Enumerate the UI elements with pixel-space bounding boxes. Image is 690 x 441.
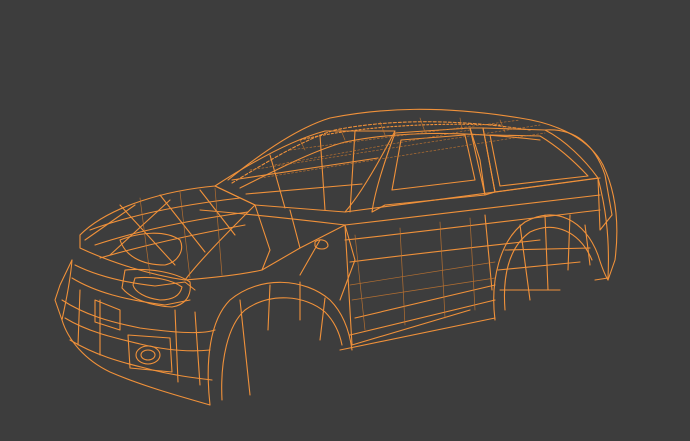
front-side-window	[371, 127, 486, 213]
headlight-inner	[132, 276, 183, 301]
rear-window-inner	[489, 134, 589, 187]
sill-line-2	[349, 299, 496, 336]
body-crease-upper	[344, 209, 601, 241]
front-wheel-arch-inner	[221, 297, 343, 401]
rear-wheel-arch	[493, 214, 609, 321]
rear-wheel-arch-inner	[503, 226, 593, 311]
headlight	[121, 269, 191, 308]
roof-outline	[227, 108, 604, 181]
front-window-inner	[391, 134, 476, 191]
fog-light-surround	[127, 334, 173, 373]
rear-edge	[602, 164, 618, 281]
front-wheel-arch	[207, 281, 353, 406]
license-plate	[94, 299, 121, 331]
rear-side-window	[482, 127, 599, 193]
windshield-grid-v2	[319, 134, 326, 211]
body-horizontal-detail	[349, 261, 496, 301]
windshield	[214, 130, 396, 213]
fog-light	[135, 345, 161, 365]
windshield-grid-h1	[231, 157, 379, 181]
hood-outline	[79, 185, 256, 281]
sill-line	[339, 317, 496, 351]
body-crease-lower	[349, 239, 541, 263]
windshield-grid-h2	[245, 183, 363, 195]
bumper-mid	[64, 317, 211, 352]
windshield-grid-v1	[269, 154, 286, 209]
hood-line-3	[99, 224, 246, 259]
3d-viewport[interactable]	[0, 0, 690, 441]
fog-light-inner	[140, 349, 156, 361]
window-sill	[344, 177, 601, 213]
bumper-vertical-lines	[77, 289, 201, 386]
car-body-wireframe-mesh[interactable]	[0, 0, 690, 441]
b-pillar	[469, 127, 496, 196]
front-arch-lines	[239, 281, 326, 396]
hood-line-1	[89, 197, 241, 231]
